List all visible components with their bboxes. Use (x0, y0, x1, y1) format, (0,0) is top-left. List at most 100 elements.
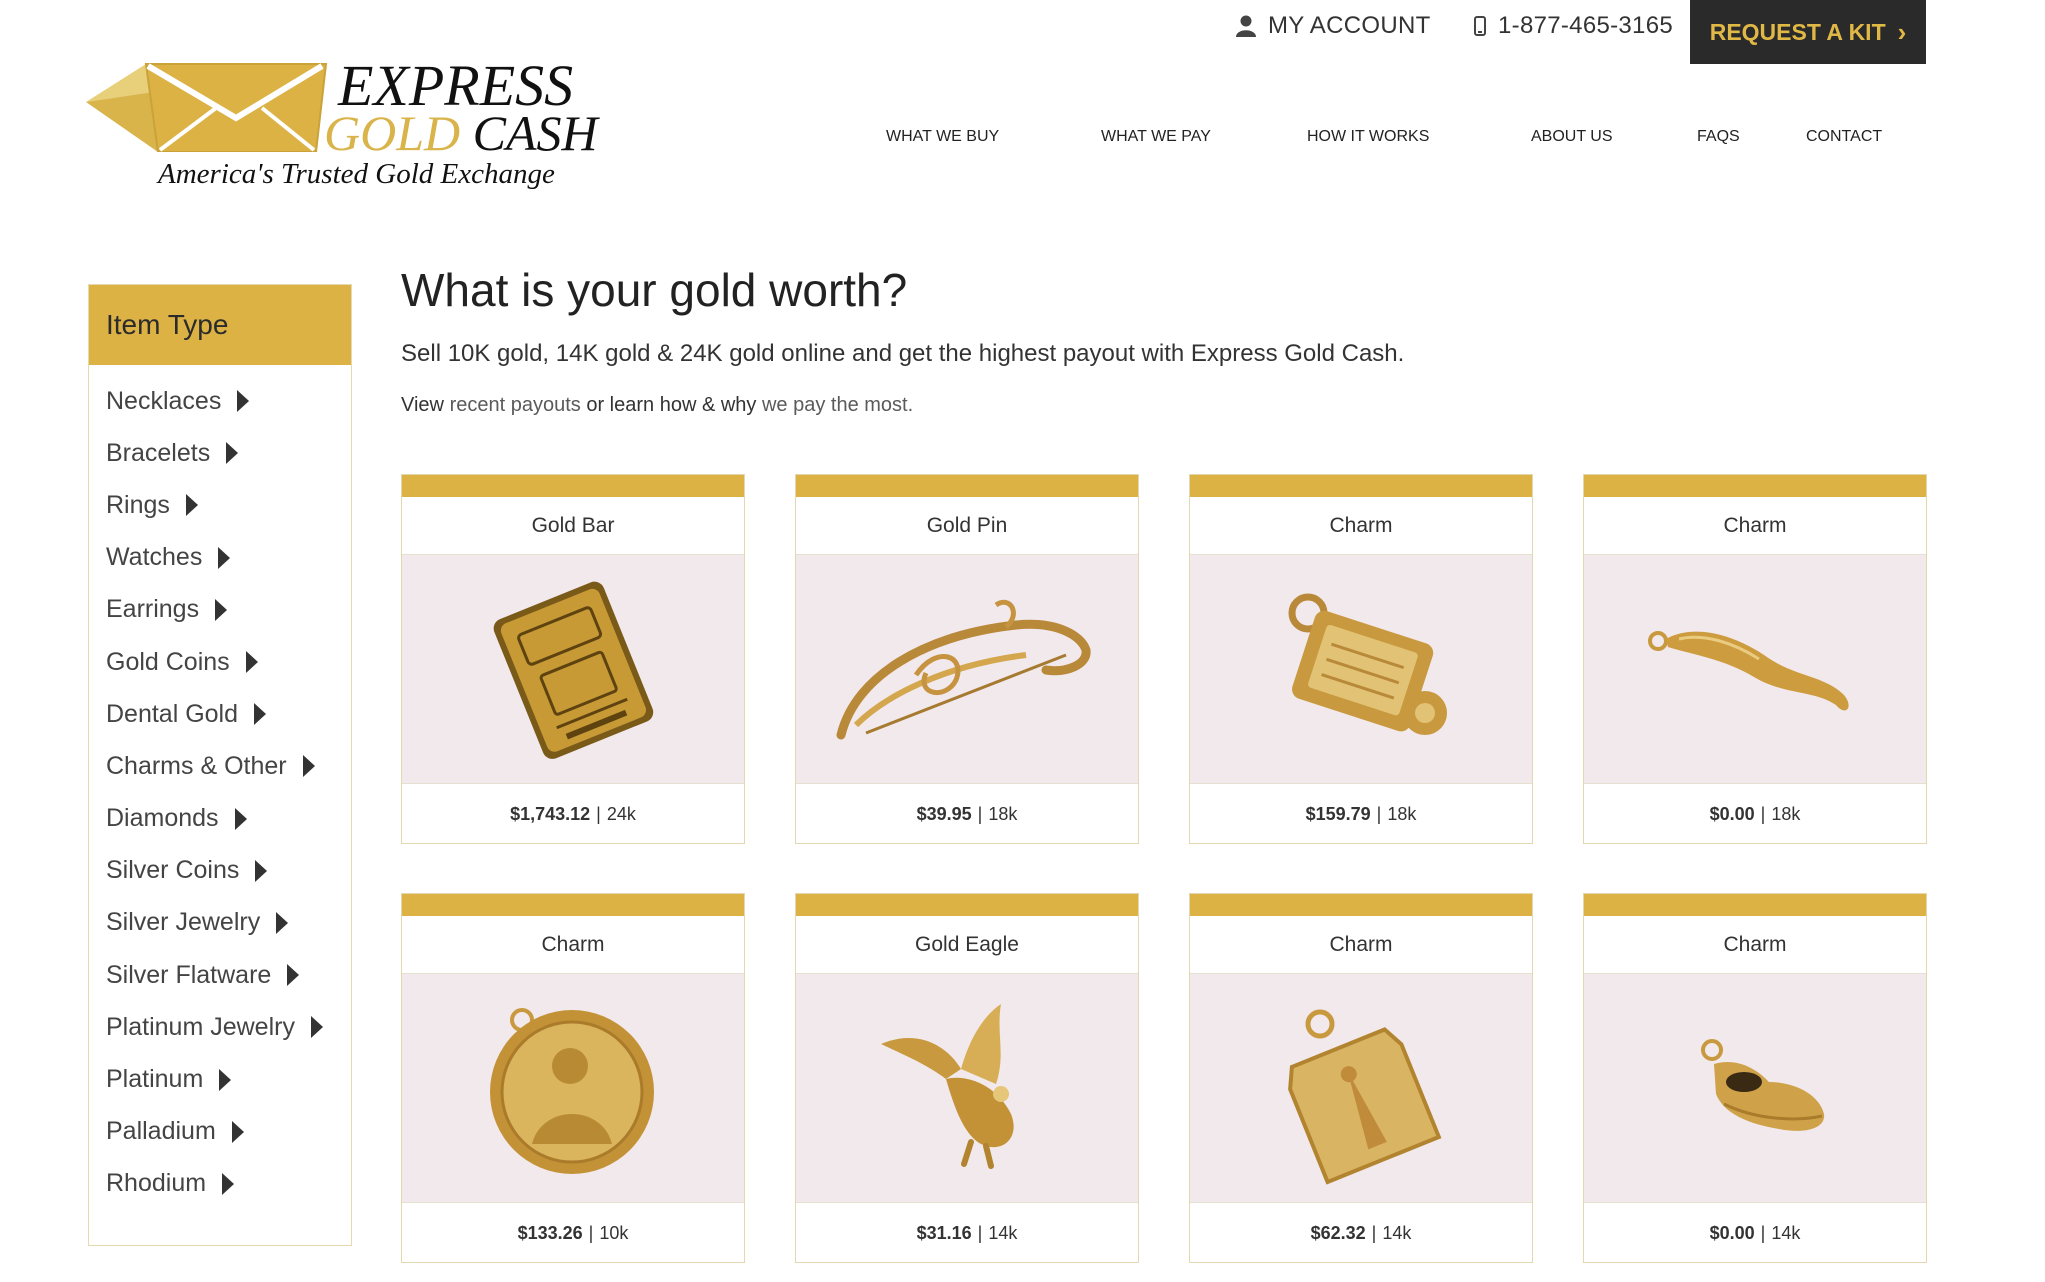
sidebar-item-silver-jewelry[interactable]: Silver Jewelry (106, 897, 351, 949)
sidebar-item-rhodium[interactable]: Rhodium (106, 1158, 351, 1210)
envelope-logo-icon (86, 63, 328, 152)
card-title: Gold Pin (796, 497, 1138, 555)
caret-right-icon (302, 755, 315, 778)
sidebar-item-charms-other[interactable]: Charms & Other (106, 740, 351, 792)
karat-value: 10k (599, 1222, 629, 1243)
sidebar-item-silver-coins[interactable]: Silver Coins (106, 845, 351, 897)
product-card[interactable]: Charm $0.00 | 14k (1583, 893, 1927, 1263)
chevron-right-icon: › (1897, 16, 1907, 47)
card-title: Charm (1584, 497, 1926, 555)
sidebar-item-rings[interactable]: Rings (106, 479, 351, 531)
karat-value: 18k (1771, 803, 1801, 824)
we-pay-most-link[interactable]: we pay the most. (762, 394, 913, 416)
brand-cash: CASH (472, 105, 598, 161)
card-accent-bar (402, 894, 744, 916)
sub-or-text: or learn how & why (586, 394, 757, 416)
karat-value: 24k (606, 803, 636, 824)
sub-view-text: View (401, 394, 444, 416)
sidebar-item-dental-gold[interactable]: Dental Gold (106, 688, 351, 740)
caret-right-icon (254, 703, 267, 726)
shoe-charm-image (1584, 974, 1926, 1203)
card-title: Gold Eagle (796, 916, 1138, 974)
sidebar-item-diamonds[interactable]: Diamonds (106, 793, 351, 845)
card-accent-bar (796, 475, 1138, 497)
nav-contact[interactable]: CONTACT (1806, 128, 1882, 146)
card-title: Charm (1584, 916, 1926, 974)
product-card[interactable]: Gold Pin $39.95 | 18k (795, 474, 1139, 844)
tag-charm-image (1190, 974, 1532, 1203)
request-kit-label: REQUEST A KIT (1709, 18, 1886, 45)
caret-right-icon (215, 598, 228, 621)
card-accent-bar (796, 894, 1138, 916)
medallion-charm-image (402, 974, 744, 1203)
karat-value: 14k (988, 1222, 1018, 1243)
karat-value: 18k (988, 803, 1018, 824)
nav-how-it-works[interactable]: HOW IT WORKS (1307, 128, 1429, 146)
sidebar-item-label: Diamonds (106, 804, 219, 833)
card-price: $0.00 | 14k (1709, 1222, 1801, 1243)
sidebar-item-label: Earrings (106, 595, 200, 624)
eagle-charm-image (796, 974, 1138, 1203)
nav-what-we-buy[interactable]: WHAT WE BUY (886, 128, 999, 146)
card-price: $133.26 | 10k (517, 1222, 629, 1243)
product-card[interactable]: Charm $133.26 | 10k (401, 893, 745, 1263)
sidebar-item-gold-coins[interactable]: Gold Coins (106, 636, 351, 688)
gold-bar-image (402, 555, 744, 784)
brand-tagline: America's Trusted Gold Exchange (158, 158, 555, 190)
site-logo[interactable]: EXPRESS GOLD CASH America's Trusted Gold… (86, 56, 616, 196)
caret-right-icon (276, 911, 289, 934)
nav-what-we-pay[interactable]: WHAT WE PAY (1101, 128, 1211, 146)
caret-right-icon (237, 390, 250, 413)
sidebar-item-platinum-jewelry[interactable]: Platinum Jewelry (106, 1001, 351, 1053)
sidebar-item-label: Charms & Other (106, 751, 287, 780)
item-type-sidebar: Item Type Necklaces Bracelets Rings Watc… (88, 284, 352, 1246)
caret-right-icon (245, 651, 258, 674)
sidebar-item-label: Necklaces (106, 386, 222, 415)
my-account-link[interactable]: MY ACCOUNT (1236, 12, 1431, 40)
intro-text: Sell 10K gold, 14K gold & 24K gold onlin… (401, 340, 1405, 367)
phone-link[interactable]: 1-877-465-3165 (1474, 12, 1673, 40)
sidebar-item-bracelets[interactable]: Bracelets (106, 427, 351, 479)
card-title: Charm (402, 916, 744, 974)
sidebar-item-label: Platinum (106, 1065, 204, 1094)
sidebar-title: Item Type (89, 285, 351, 365)
card-title: Charm (1190, 497, 1532, 555)
product-card[interactable]: Charm $159.79 | 18k (1189, 474, 1533, 844)
sidebar-item-earrings[interactable]: Earrings (106, 584, 351, 636)
sidebar-item-silver-flatware[interactable]: Silver Flatware (106, 949, 351, 1001)
request-kit-button[interactable]: REQUEST A KIT › (1690, 0, 1926, 64)
sidebar-item-watches[interactable]: Watches (106, 532, 351, 584)
product-card[interactable]: Gold Eagle $31.16 | 14k (795, 893, 1139, 1263)
my-account-label: MY ACCOUNT (1268, 12, 1431, 39)
product-card[interactable]: Gold Bar $1,743.12 | 24k (401, 474, 745, 844)
sidebar-item-palladium[interactable]: Palladium (106, 1106, 351, 1158)
caret-right-icon (310, 1016, 323, 1039)
product-card[interactable]: Charm $0.00 | 18k (1583, 474, 1927, 844)
sidebar-item-platinum[interactable]: Platinum (106, 1053, 351, 1105)
recent-payouts-link[interactable]: recent payouts (450, 394, 581, 416)
sidebar-item-label: Platinum Jewelry (106, 1012, 295, 1041)
card-price: $0.00 | 18k (1709, 803, 1801, 824)
caret-right-icon (287, 964, 300, 987)
price-value: $31.16 (916, 1222, 972, 1243)
card-accent-bar (1190, 475, 1532, 497)
product-card[interactable]: Charm $62.32 | 14k (1189, 893, 1533, 1263)
nav-about-us[interactable]: ABOUT US (1531, 128, 1613, 146)
sidebar-item-label: Rhodium (106, 1169, 207, 1198)
caret-right-icon (219, 1068, 232, 1091)
caret-right-icon (185, 494, 198, 517)
sidebar-item-necklaces[interactable]: Necklaces (106, 375, 351, 427)
card-price: $62.32 | 14k (1310, 1222, 1412, 1243)
horn-charm-image (1584, 555, 1926, 784)
price-value: $159.79 (1305, 803, 1371, 824)
price-value: $1,743.12 (510, 803, 591, 824)
caret-right-icon (255, 859, 268, 882)
sidebar-item-label: Dental Gold (106, 699, 239, 728)
karat-value: 18k (1387, 803, 1417, 824)
caret-right-icon (218, 546, 231, 569)
nav-faqs[interactable]: FAQS (1697, 128, 1740, 146)
card-accent-bar (1584, 894, 1926, 916)
card-accent-bar (1584, 475, 1926, 497)
card-accent-bar (1190, 894, 1532, 916)
sidebar-item-label: Bracelets (106, 438, 211, 467)
